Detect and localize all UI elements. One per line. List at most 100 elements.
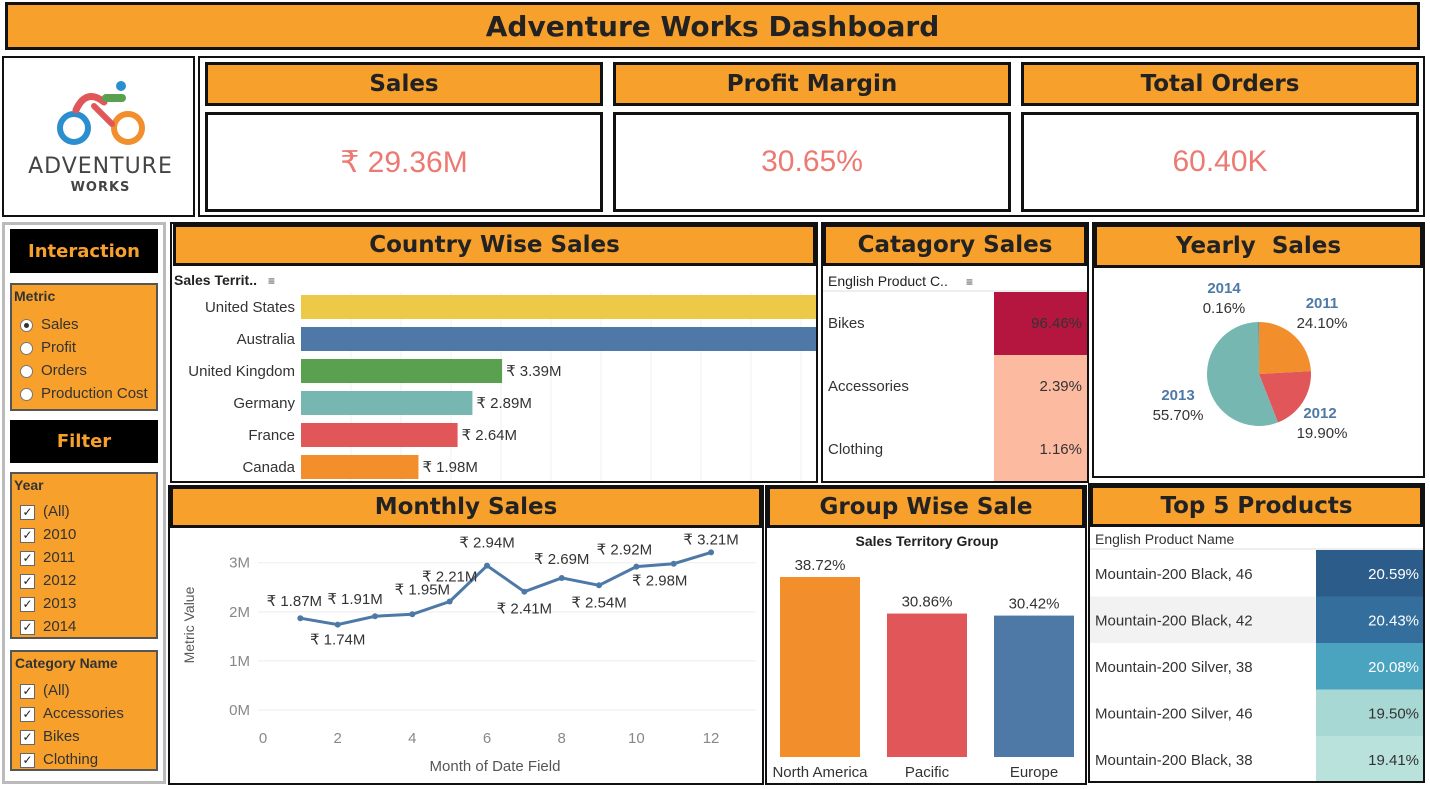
checkbox-icon[interactable]: ✓ <box>20 752 35 768</box>
monthly-point <box>708 549 715 556</box>
checkbox-icon[interactable]: ✓ <box>20 527 35 543</box>
category-option-label: Accessories <box>43 705 124 722</box>
category-value-label: 96.46% <box>1031 315 1082 332</box>
country-value-label: ₹ 1.98M <box>422 459 477 476</box>
country-bar-united-states <box>301 295 816 319</box>
year-option-label: 2013 <box>43 595 77 612</box>
group-category-label: North America <box>772 764 868 781</box>
group-bar-europe <box>994 615 1074 757</box>
metric-option-label: Sales <box>41 316 79 333</box>
year-option-2011[interactable]: ✓ 2011 <box>20 546 76 569</box>
kpi-profit-margin-value-box: 30.65% <box>613 112 1011 212</box>
group-sales-header: Group Wise Sale <box>767 486 1085 528</box>
monthly-value-label: ₹ 2.98M <box>632 573 687 590</box>
radio-icon[interactable] <box>20 364 33 378</box>
checkbox-icon[interactable]: ✓ <box>20 706 35 722</box>
year-option-all[interactable]: ✓ (All) <box>20 500 76 523</box>
kpi-total-orders-header: Total Orders <box>1021 62 1419 106</box>
year-option-label: 2012 <box>43 572 77 589</box>
country-label: Germany <box>233 395 295 412</box>
category-label: Accessories <box>828 378 909 395</box>
metric-option-orders[interactable]: Orders <box>20 359 148 382</box>
monthly-point <box>484 562 491 569</box>
metric-selector: Metric Sales Profit Orders Production Cost <box>10 283 158 411</box>
radio-icon[interactable] <box>20 318 33 332</box>
group-bar-north-america <box>780 577 860 757</box>
interaction-header: Interaction <box>10 229 158 273</box>
country-sales-chart: Sales Territ..≡United States₹ 9.39MAustr… <box>174 272 816 481</box>
group-value-label: 30.86% <box>902 594 953 611</box>
pie-year-label: 2012 <box>1303 405 1336 422</box>
checkbox-icon[interactable]: ✓ <box>20 550 35 566</box>
group-subtitle: Sales Territory Group <box>856 533 999 549</box>
yearly-sales-header: Yearly Sales <box>1094 224 1423 268</box>
group-sales-chart: Sales Territory Group 38.72% North America… <box>772 533 1074 781</box>
category-filter-label: Category Name <box>15 655 118 671</box>
checkbox-icon[interactable]: ✓ <box>20 729 35 745</box>
product-value-label: 20.08% <box>1368 659 1419 676</box>
product-label: Mountain-200 Silver, 38 <box>1095 659 1253 676</box>
top-products-header: Top 5 Products <box>1090 485 1423 527</box>
country-bar-united-kingdom <box>301 359 503 383</box>
metric-option-label: Profit <box>41 339 77 356</box>
category-option-all[interactable]: ✓ (All) <box>20 679 124 702</box>
category-option-accessories[interactable]: ✓ Accessories <box>20 702 124 725</box>
sort-icon: ≡ <box>966 275 973 289</box>
x-tick-label: 8 <box>558 730 566 747</box>
metric-label: Metric <box>14 288 56 304</box>
kpi-sales-header: Sales <box>205 62 603 106</box>
country-field-label: Sales Territ.. <box>174 272 257 288</box>
radio-icon[interactable] <box>20 341 33 355</box>
year-option-2012[interactable]: ✓ 2012 <box>20 569 76 592</box>
kpi-total-orders-value: 60.40K <box>1172 145 1268 178</box>
monthly-point <box>521 588 528 595</box>
radio-icon[interactable] <box>20 387 33 401</box>
category-option-clothing[interactable]: ✓ Clothing <box>20 748 124 771</box>
group-category-label: Pacific <box>905 764 950 781</box>
logo-panel: ADVENTURE WORKS <box>2 56 195 217</box>
product-label: Mountain-200 Black, 46 <box>1095 566 1253 583</box>
x-tick-label: 0 <box>259 730 267 747</box>
year-filter: Year ✓ (All) ✓ 2010 ✓ 2011 ✓ 2012 ✓ 2013 ✓ 2014 <box>10 472 158 639</box>
checkbox-icon[interactable]: ✓ <box>20 619 35 635</box>
monthly-value-label: ₹ 2.21M <box>422 569 477 586</box>
x-axis-label: Month of Date Field <box>430 758 561 775</box>
metric-option-sales[interactable]: Sales <box>20 313 148 336</box>
dashboard-title-bar: Adventure Works Dashboard <box>5 2 1420 50</box>
checkbox-icon[interactable]: ✓ <box>20 573 35 589</box>
checkbox-icon[interactable]: ✓ <box>20 596 35 612</box>
pie-year-label: 2011 <box>1306 295 1339 312</box>
year-option-2010[interactable]: ✓ 2010 <box>20 523 76 546</box>
country-sales-header: Country Wise Sales <box>173 224 816 266</box>
metric-option-production-cost[interactable]: Production Cost <box>20 382 148 405</box>
group-category-label: Europe <box>1010 764 1058 781</box>
country-bar-germany <box>301 391 473 415</box>
y-tick-label: 1M <box>229 653 250 670</box>
checkbox-icon[interactable]: ✓ <box>20 504 35 520</box>
country-label: France <box>248 427 295 444</box>
category-option-bikes[interactable]: ✓ Bikes <box>20 725 124 748</box>
category-sales-header: Catagory Sales <box>823 224 1087 266</box>
y-tick-label: 3M <box>229 555 250 572</box>
monthly-value-label: ₹ 3.21M <box>683 531 738 548</box>
pie-value-label: 24.10% <box>1297 315 1348 332</box>
kpi-total-orders-value-box: 60.40K <box>1021 112 1419 212</box>
dashboard-title: Adventure Works Dashboard <box>485 9 940 43</box>
country-bar-canada <box>301 455 419 479</box>
product-value-label: 20.59% <box>1368 566 1419 583</box>
metric-option-label: Orders <box>41 362 87 379</box>
year-option-2014[interactable]: ✓ 2014 <box>20 615 76 638</box>
y-tick-label: 0M <box>229 702 250 719</box>
category-option-label: (All) <box>43 682 70 699</box>
product-label: Mountain-200 Silver, 46 <box>1095 706 1253 723</box>
checkbox-icon[interactable]: ✓ <box>20 683 35 699</box>
metric-option-profit[interactable]: Profit <box>20 336 148 359</box>
monthly-point <box>409 611 416 618</box>
kpi-profit-margin-value: 30.65% <box>761 145 863 178</box>
pie-value-label: 19.90% <box>1297 425 1348 442</box>
year-option-2013[interactable]: ✓ 2013 <box>20 592 76 615</box>
x-tick-label: 10 <box>628 730 645 747</box>
monthly-value-label: ₹ 1.87M <box>267 593 322 610</box>
monthly-value-label: ₹ 2.69M <box>534 551 589 568</box>
group-bar-pacific <box>887 613 967 757</box>
